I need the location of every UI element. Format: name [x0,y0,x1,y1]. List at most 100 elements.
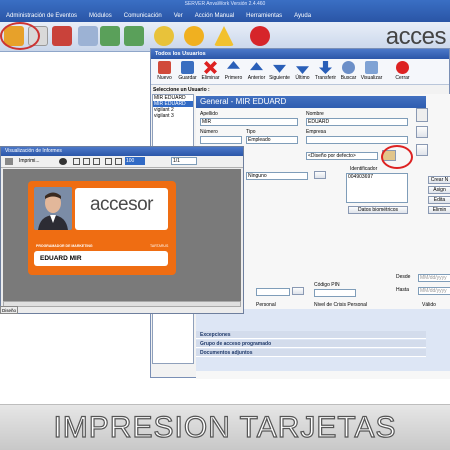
card-logo-panel: accesor [75,188,168,230]
codigo-pin-field[interactable] [314,289,356,297]
caption-text: IMPRESION TARJETAS [53,410,397,444]
alarm-icon[interactable] [52,26,72,46]
key-icon[interactable] [154,26,174,46]
close-icon [396,61,409,74]
app-title: SERVER AnvaWork Versión 2.4.460 [184,1,266,7]
access-level-more-button[interactable] [314,171,326,179]
nuevo-button[interactable]: Nuevo [153,59,176,85]
report-toolbar: Imprimi... 100 1/1 [1,156,243,168]
card-code: TARTARUS [150,244,169,248]
report-window: Visualización de Informes Imprimi... 100… [0,146,244,314]
delete-icon [204,61,217,74]
anterior-button[interactable]: Anterior [245,59,268,85]
empresa-field[interactable] [306,136,408,144]
desde-date[interactable]: MM/dd/yyyy [418,274,450,282]
report-canvas: accesor PROGRAMADOR DE MARKETING TARTARU… [3,169,241,301]
menu-herramientas[interactable]: Herramientas [240,13,288,19]
identificador-list[interactable]: 004903697 [346,173,408,203]
editar-button[interactable]: Edita [428,196,450,204]
users-window-title: Todos los Usuarios [151,49,449,59]
card-logo: accesor [89,194,154,215]
power-icon[interactable] [250,26,270,46]
zoom-select[interactable]: 100 [125,157,145,165]
menu-ver[interactable]: Ver [168,13,189,19]
crear-button[interactable]: Crear N [428,176,450,184]
multi-page-icon[interactable] [93,158,100,165]
empresa-label: Empresa [306,129,327,135]
zoom-out-icon[interactable] [105,158,112,165]
asignar-button[interactable]: Asign [428,186,450,194]
find-icon[interactable] [59,158,67,165]
documentos-section[interactable]: Documentos adjuntos [196,349,426,357]
tipo-label: Tipo [246,129,256,135]
menu-ayuda[interactable]: Ayuda [288,13,317,19]
visualizar-button[interactable]: Visualizar [360,59,383,85]
photo-folder-button[interactable] [416,108,428,122]
user-photo [34,187,72,230]
datos-biometricos-button[interactable]: Datos biométricos [348,206,408,214]
highlight-circle-users [0,22,40,50]
report-window-title: Visualización de Informes [1,147,243,156]
printer-icon[interactable] [5,158,13,165]
eliminar-id-button[interactable]: Elimin [428,206,450,214]
two-page-icon[interactable] [83,158,90,165]
ultimo-button[interactable]: Último [291,59,314,85]
menu-comunicacion[interactable]: Comunicación [118,13,168,19]
nombre-field[interactable]: EDUARD [306,118,408,126]
card-design-select[interactable]: <Diseño por defecto> [306,152,378,160]
eliminar-button[interactable]: Eliminar [199,59,222,85]
transfer-icon [319,61,332,74]
print-button[interactable]: Imprimi... [19,158,40,164]
photo-delete-button[interactable] [416,126,428,138]
horizontal-scrollbar[interactable] [3,301,241,307]
numero-field[interactable] [200,136,242,144]
lock-icon[interactable] [184,26,204,46]
menu-modulos[interactable]: Módulos [83,13,118,19]
form-title: General - MIR EDUARD [196,96,426,108]
transferir-button[interactable]: Transferir [314,59,337,85]
photo-capture-button[interactable] [416,144,428,156]
buscar-button[interactable]: Buscar [337,59,360,85]
grupo-acceso-section[interactable]: Grupo de acceso programado [196,340,426,348]
first-icon [227,61,240,69]
users-toolbar: Nuevo Guardar Eliminar Primero Anterior … [151,59,449,85]
caption-banner: IMPRESION TARJETAS [0,404,450,450]
valido-checkbox[interactable]: Válido [422,302,436,308]
desde-label: Desde [396,274,411,280]
hasta-label: Hasta [396,287,410,293]
network-icon[interactable] [100,26,120,46]
hasta-date[interactable]: MM/dd/yyyy [418,287,450,295]
page-indicator[interactable]: 1/1 [171,157,197,165]
card-name: EDUARD MIR [34,251,168,266]
warning-icon[interactable] [214,26,234,46]
select-user-label: Seleccione un Usuario : [153,87,210,93]
menu-bar: SERVER AnvaWork Versión 2.4.460 Administ… [0,0,450,22]
search-icon [342,61,355,74]
id-card: accesor PROGRAMADOR DE MARKETING TARTARU… [28,181,176,275]
menu-accion-manual[interactable]: Acción Manual [189,13,240,19]
report-icon[interactable] [78,26,98,46]
tipo-select[interactable]: Empleado [246,136,298,144]
zoom-in-icon[interactable] [115,158,122,165]
siguiente-button[interactable]: Siguiente [268,59,291,85]
cerrar-button[interactable]: Cerrar [391,59,414,85]
nivel-crisis-label: Nivel de Crisis Personal [314,302,368,308]
group-more-button[interactable] [292,287,304,295]
last-icon [296,66,309,74]
network-sync-icon[interactable] [124,26,144,46]
access-level-select[interactable]: Ninguno [246,172,308,180]
group-select[interactable] [256,288,290,296]
menu-eventos[interactable]: Administración de Eventos [0,13,83,19]
new-icon [158,61,171,74]
guardar-button[interactable]: Guardar [176,59,199,85]
primero-button[interactable]: Primero [222,59,245,85]
report-tab[interactable]: Diseño [0,306,18,314]
apellido-field[interactable]: MIR [200,118,298,126]
card-subtitle: PROGRAMADOR DE MARKETING [36,244,93,248]
brand-logo: acces [385,23,447,50]
page-view-icon[interactable] [73,158,80,165]
excepciones-section[interactable]: Excepciones [196,331,426,339]
list-item[interactable]: vigilant 3 [153,113,193,119]
save-icon [181,61,194,74]
preview-icon [365,61,378,74]
